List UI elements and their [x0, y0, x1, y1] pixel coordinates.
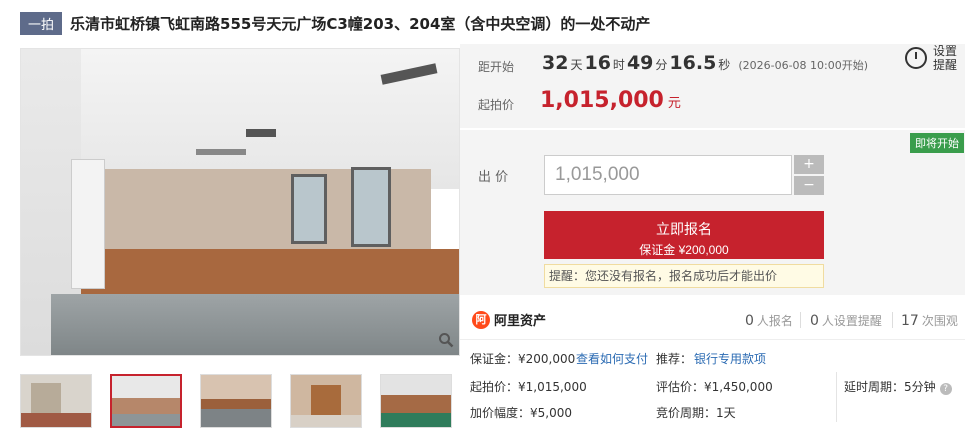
recommend-label: 推荐： — [656, 352, 693, 366]
ali-assets-logo[interactable]: 阿 阿里资产 — [472, 310, 546, 329]
thumbnail[interactable] — [290, 374, 362, 428]
set-reminder-label: 设置提醒 — [933, 44, 958, 72]
how-to-pay-link[interactable]: 查看如何支付 — [576, 350, 648, 367]
signup-button[interactable]: 立即报名 保证金 ¥200,000 — [544, 211, 824, 259]
ali-assets-icon: 阿 — [472, 310, 490, 329]
ali-assets-label: 阿里资产 — [494, 314, 547, 329]
photo-window — [291, 174, 327, 244]
status-badge: 即将开始 — [910, 133, 964, 153]
views-count: 17 — [901, 313, 919, 329]
photo-window — [351, 167, 391, 247]
title-row: 一拍 乐清市虹桥镇飞虹南路555号天元广场C3幢203、204室（含中央空调）的… — [20, 10, 650, 36]
starting-price-unit: 元 — [667, 96, 681, 111]
thumbnail-active[interactable] — [110, 374, 182, 428]
thumbnail-strip — [20, 374, 452, 428]
signup-deposit: 保证金 ¥200,000 — [639, 242, 729, 257]
countdown-hours-unit: 时 — [612, 58, 625, 72]
bid-period: 竞价周期：1天 — [656, 406, 736, 420]
bid-amount-input[interactable]: 1,015,000 — [544, 155, 792, 195]
delay-period: 延时周期：5分钟? — [844, 378, 952, 395]
photo-ac-vent — [196, 149, 246, 155]
countdown-minutes: 49 — [626, 52, 654, 74]
countdown-days-unit: 天 — [570, 58, 583, 72]
views-label: 次围观 — [921, 314, 958, 328]
thumbnail[interactable] — [380, 374, 452, 428]
divider — [836, 372, 837, 422]
auction-round-badge: 一拍 — [20, 11, 63, 35]
bank-payment-link[interactable]: 银行专用款项 — [694, 350, 766, 367]
countdown-label: 距开始 — [478, 60, 515, 74]
signup-label: 立即报名 — [656, 220, 712, 237]
bid-stepper: + − — [794, 155, 824, 195]
registrations-label: 人报名 — [756, 314, 793, 328]
reminders-count: 0 — [810, 313, 819, 329]
starting-price: 1,015,000 元 — [540, 88, 681, 113]
photo-ceiling-light — [246, 129, 276, 137]
photo-wainscot — [81, 249, 459, 294]
photo-door — [71, 159, 105, 289]
countdown-timer: 32 天 16 时 49 分 16.5 秒 (2026-06-08 10:00开… — [542, 52, 868, 74]
deposit-value: 保证金：¥200,000 — [470, 352, 576, 366]
bid-increase-button[interactable]: + — [794, 155, 824, 174]
starting-price-label: 起拍价 — [478, 98, 515, 112]
start-time: (2026-06-08 10:00开始) — [738, 59, 869, 72]
starting-price-value: 1,015,000 — [540, 88, 664, 113]
stats-bar: 阿 阿里资产 0 人报名 0 人设置提醒 17 次围观 — [460, 300, 965, 340]
reminders-stat: 0 人设置提醒 — [810, 312, 882, 329]
thumbnail[interactable] — [200, 374, 272, 428]
appraisal-price: 评估价：¥1,450,000 — [656, 380, 773, 394]
page-title: 乐清市虹桥镇飞虹南路555号天元广场C3幢203、204室（含中央空调）的一处不… — [70, 14, 651, 33]
set-reminder-button[interactable]: 设置提醒 — [905, 44, 959, 72]
reminders-label: 人设置提醒 — [821, 314, 882, 328]
magnifier-icon[interactable] — [438, 332, 454, 352]
countdown-days: 32 — [542, 52, 569, 74]
start-price-detail: 起拍价：¥1,015,000 — [470, 380, 587, 394]
thumbnail[interactable] — [20, 374, 92, 428]
main-photo[interactable] — [20, 48, 460, 356]
question-icon[interactable]: ? — [939, 383, 952, 395]
divider — [800, 312, 801, 328]
bid-decrease-button[interactable]: − — [794, 176, 824, 195]
delay-period-text: 延时周期：5分钟 — [844, 380, 936, 394]
bid-increment: 加价幅度：¥5,000 — [470, 406, 572, 420]
countdown-seconds: 16.5 — [669, 52, 717, 74]
countdown-panel: 距开始 32 天 16 时 49 分 16.5 秒 (2026-06-08 10… — [460, 44, 965, 128]
countdown-hours: 16 — [584, 52, 611, 74]
bid-label: 出 价 — [478, 170, 509, 185]
countdown-minutes-unit: 分 — [655, 58, 668, 72]
registrations-stat: 0 人报名 — [745, 312, 793, 329]
photo-floor — [51, 294, 459, 355]
countdown-seconds-unit: 秒 — [718, 58, 731, 72]
signup-notice: 提醒：您还没有报名，报名成功后才能出价 — [544, 264, 824, 288]
views-stat: 17 次围观 — [901, 312, 958, 329]
alarm-clock-icon — [905, 47, 927, 69]
divider — [892, 312, 893, 328]
registrations-count: 0 — [745, 313, 754, 329]
